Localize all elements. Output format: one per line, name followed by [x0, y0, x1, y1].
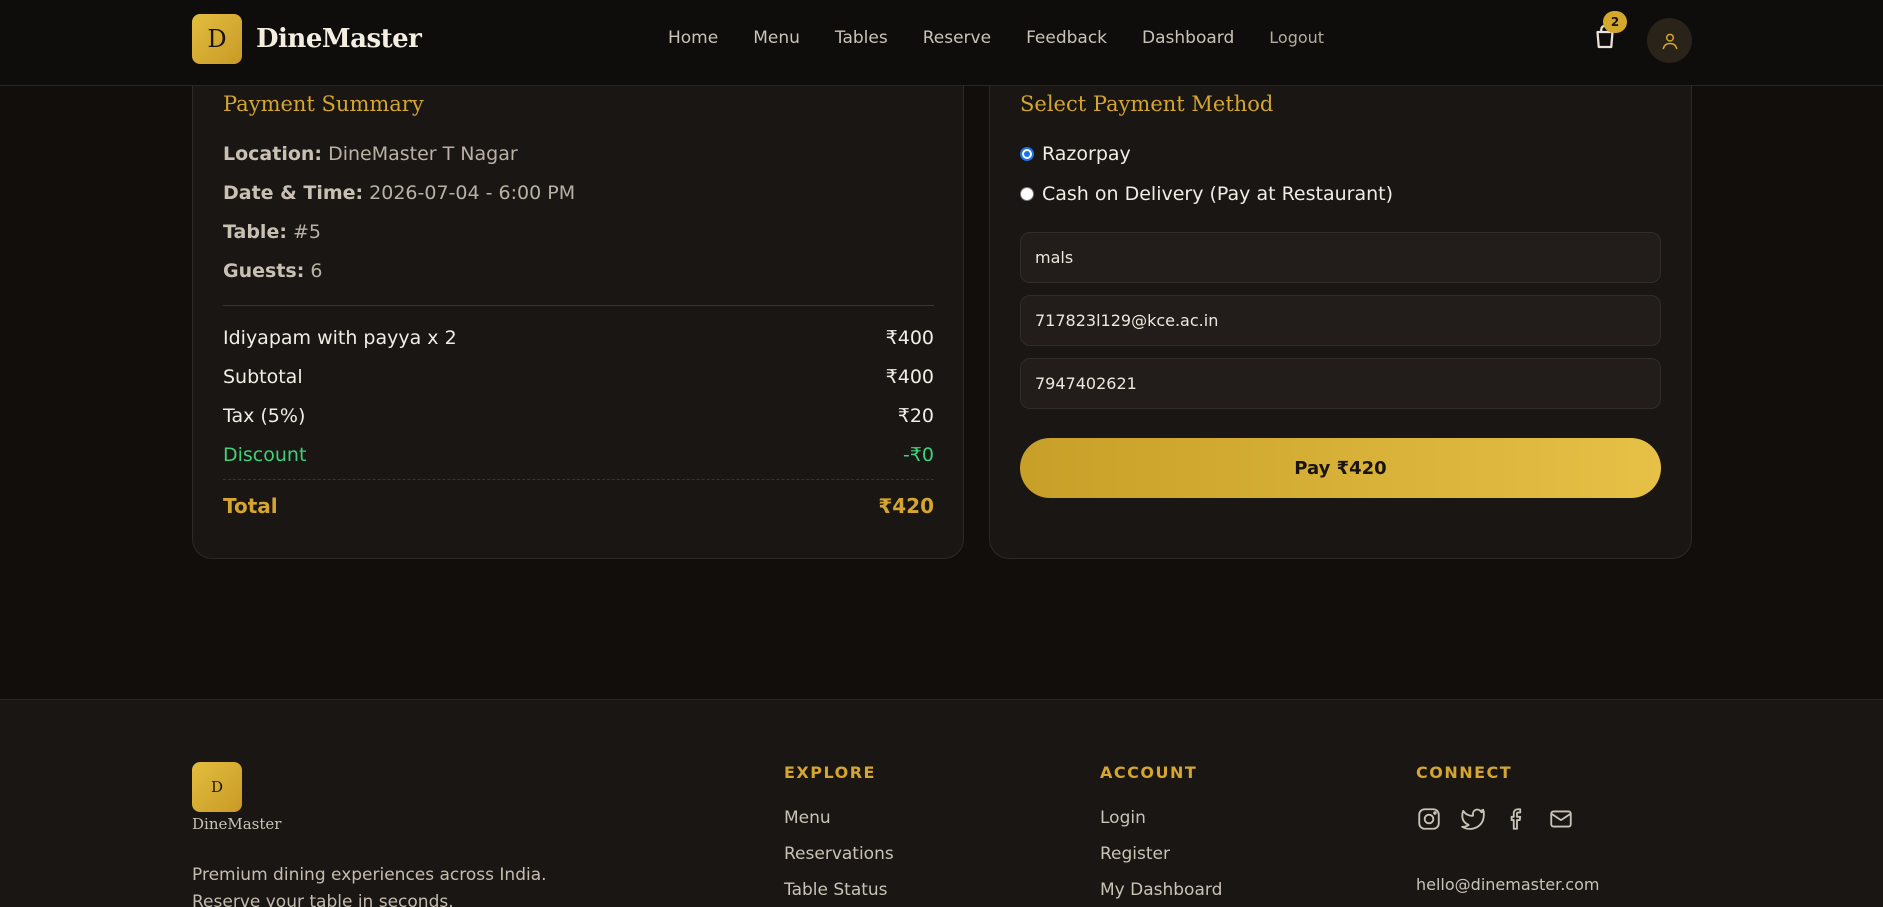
footer-explore: EXPLORE Menu Reservations Table Status: [784, 763, 894, 907]
nav-dashboard[interactable]: Dashboard: [1142, 28, 1234, 48]
nav-home[interactable]: Home: [668, 28, 718, 48]
razorpay-radio[interactable]: [1020, 147, 1034, 161]
account-heading: ACCOUNT: [1100, 763, 1198, 782]
pay-button[interactable]: Pay ₹420: [1020, 438, 1661, 498]
tax-row: Tax (5%) ₹20: [223, 405, 934, 427]
guests-row: Guests: 6: [223, 260, 322, 282]
mail-icon[interactable]: [1548, 806, 1574, 832]
footer-logo-badge[interactable]: D: [192, 762, 242, 812]
nav-reserve[interactable]: Reserve: [923, 28, 991, 48]
contact-email[interactable]: hello@dinemaster.com: [1416, 875, 1599, 894]
nav-links: Home Menu Tables Reserve Feedback Dashbo…: [668, 28, 1324, 48]
discount-label: Discount: [223, 444, 307, 466]
footer-tagline: Premium dining experiences across India.…: [192, 862, 547, 907]
option-razorpay[interactable]: Razorpay: [1020, 143, 1131, 165]
subtotal-label: Subtotal: [223, 366, 303, 388]
nav-menu[interactable]: Menu: [753, 28, 800, 48]
option-cash[interactable]: Cash on Delivery (Pay at Restaurant): [1020, 183, 1393, 205]
brand-logo[interactable]: D DineMaster: [192, 14, 422, 64]
location-row: Location: DineMaster T Nagar: [223, 143, 518, 165]
nav-feedback[interactable]: Feedback: [1026, 28, 1107, 48]
summary-divider: [223, 305, 934, 306]
phone-input[interactable]: 7947402621: [1020, 358, 1661, 409]
email-input[interactable]: 717823l129@kce.ac.in: [1020, 295, 1661, 346]
footer-link-login[interactable]: Login: [1100, 808, 1222, 828]
guests-label: Guests:: [223, 260, 305, 282]
datetime-value: 2026-07-04 - 6:00 PM: [369, 182, 576, 204]
cash-label: Cash on Delivery (Pay at Restaurant): [1042, 183, 1394, 205]
brand-name: DineMaster: [256, 24, 422, 54]
cart-count-badge: 2: [1603, 11, 1627, 33]
explore-heading: EXPLORE: [784, 763, 876, 782]
footer-tagline-line1: Premium dining experiences across India.: [192, 865, 547, 885]
total-row: Total ₹420: [223, 494, 934, 518]
payment-method-card: Select Payment Method Razorpay Cash on D…: [989, 86, 1692, 559]
nav-logout[interactable]: Logout: [1269, 28, 1324, 48]
footer-link-reservations[interactable]: Reservations: [784, 844, 894, 864]
datetime-row: Date & Time: 2026-07-04 - 6:00 PM: [223, 182, 575, 204]
subtotal-row: Subtotal ₹400: [223, 366, 934, 388]
cash-radio[interactable]: [1020, 187, 1034, 201]
footer-link-dashboard[interactable]: My Dashboard: [1100, 880, 1222, 900]
footer-brand-name: DineMaster: [192, 815, 282, 833]
tax-label: Tax (5%): [223, 405, 306, 427]
footer: D DineMaster Premium dining experiences …: [0, 699, 1883, 907]
guests-value: 6: [310, 260, 323, 282]
nav-tables[interactable]: Tables: [835, 28, 888, 48]
social-links: [1416, 806, 1574, 832]
payment-summary-card: Payment Summary Location: DineMaster T N…: [192, 86, 964, 559]
twitter-icon[interactable]: [1460, 806, 1486, 832]
name-input[interactable]: mals: [1020, 232, 1661, 283]
payment-method-title: Select Payment Method: [1020, 92, 1274, 116]
table-label: Table:: [223, 221, 287, 243]
discount-row: Discount -₹0: [223, 444, 934, 466]
total-divider: [223, 479, 934, 480]
location-label: Location:: [223, 143, 323, 165]
footer-connect: CONNECT: [1416, 763, 1574, 832]
facebook-icon[interactable]: [1504, 806, 1530, 832]
order-item-amount: ₹400: [885, 327, 934, 349]
location-value: DineMaster T Nagar: [328, 143, 518, 165]
user-avatar[interactable]: [1647, 18, 1692, 63]
total-label: Total: [223, 494, 278, 518]
order-item: Idiyapam with payya x 2 ₹400: [223, 327, 934, 349]
subtotal-value: ₹400: [885, 366, 934, 388]
logo-badge: D: [192, 14, 242, 64]
table-value: #5: [292, 221, 321, 243]
navbar: D DineMaster Home Menu Tables Reserve Fe…: [0, 0, 1883, 86]
summary-title: Payment Summary: [223, 92, 424, 116]
footer-link-table-status[interactable]: Table Status: [784, 880, 894, 900]
order-item-name: Idiyapam with payya x 2: [223, 327, 457, 349]
user-icon: [1662, 33, 1677, 49]
instagram-icon[interactable]: [1416, 806, 1442, 832]
footer-link-menu[interactable]: Menu: [784, 808, 894, 828]
razorpay-label: Razorpay: [1042, 143, 1131, 165]
footer-tagline-line2: Reserve your table in seconds.: [192, 892, 454, 907]
discount-value: -₹0: [902, 444, 934, 466]
tax-value: ₹20: [897, 405, 934, 427]
footer-account: ACCOUNT Login Register My Dashboard: [1100, 763, 1222, 907]
total-value: ₹420: [878, 494, 934, 518]
footer-link-register[interactable]: Register: [1100, 844, 1222, 864]
datetime-label: Date & Time:: [223, 182, 364, 204]
connect-heading: CONNECT: [1416, 763, 1513, 782]
table-row: Table: #5: [223, 221, 321, 243]
